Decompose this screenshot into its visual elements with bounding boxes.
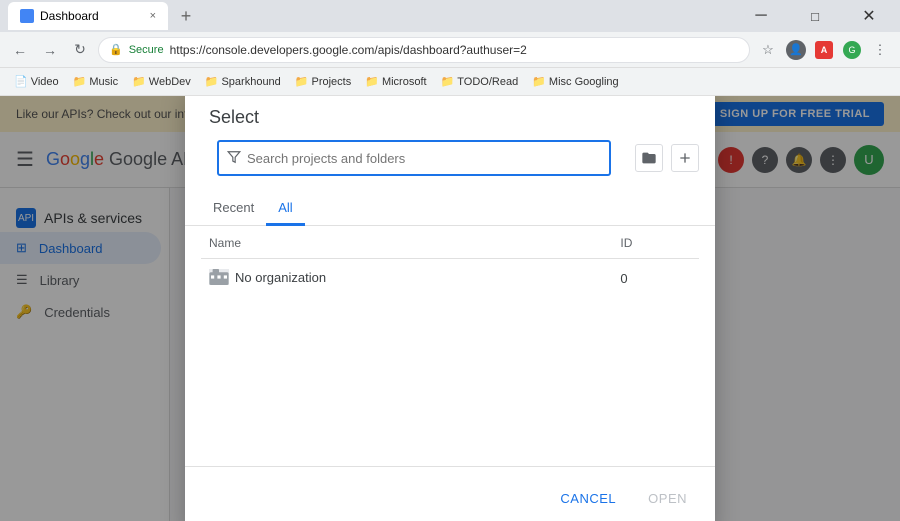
dialog-search-bar[interactable] <box>217 140 611 176</box>
new-tab-btn[interactable]: + <box>172 2 200 30</box>
folder-btn[interactable] <box>635 144 663 172</box>
table-row[interactable]: No organization 0 <box>201 259 699 299</box>
bookmark-webdev-icon: 📁 <box>132 75 146 88</box>
window-controls: ─ □ ✕ <box>738 3 892 29</box>
close-btn[interactable]: ✕ <box>846 3 892 29</box>
search-filter-icon <box>227 150 241 167</box>
bookmark-webdev[interactable]: 📁 WebDev <box>126 73 197 90</box>
dialog-overlay: Select <box>0 96 900 521</box>
org-name-cell: No organization <box>201 259 612 299</box>
browser-titlebar: Dashboard × + ─ □ ✕ <box>0 0 900 32</box>
dialog-table-wrap: Name ID <box>185 226 715 426</box>
cancel-button[interactable]: CANCEL <box>548 483 628 514</box>
bookmark-projects[interactable]: 📁 Projects <box>289 73 357 90</box>
bookmark-music[interactable]: 📁 Music <box>67 73 124 90</box>
minimize-btn[interactable]: ─ <box>738 3 784 29</box>
address-url: https://console.developers.google.com/ap… <box>170 43 739 57</box>
forward-btn[interactable]: → <box>38 38 62 62</box>
secure-icon: 🔒 <box>109 43 123 56</box>
account-btn[interactable]: 👤 <box>784 38 808 62</box>
select-dialog: Select <box>185 96 715 521</box>
bookmark-misc-icon: 📁 <box>532 75 546 88</box>
extension-btn2[interactable]: G <box>840 38 864 62</box>
dialog-table: Name ID <box>201 226 699 298</box>
bookmark-star-btn[interactable]: ☆ <box>756 38 780 62</box>
bookmark-todo[interactable]: 📁 TODO/Read <box>435 73 525 90</box>
reload-btn[interactable]: ↻ <box>68 38 92 62</box>
bookmark-projects-icon: 📁 <box>295 75 309 88</box>
col-id: ID <box>612 226 699 259</box>
address-bar[interactable]: 🔒 Secure https://console.developers.goog… <box>98 37 750 63</box>
back-btn[interactable]: ← <box>8 38 32 62</box>
search-input[interactable] <box>247 151 601 166</box>
bookmark-video-icon: 📄 <box>14 75 28 88</box>
bookmark-video[interactable]: 📄 Video <box>8 73 65 90</box>
maximize-btn[interactable]: □ <box>792 3 838 29</box>
tab-recent[interactable]: Recent <box>201 192 266 226</box>
dialog-title: Select <box>185 96 715 140</box>
bookmark-music-icon: 📁 <box>73 75 87 88</box>
browser-toolbar: ← → ↻ 🔒 Secure https://console.developer… <box>0 32 900 68</box>
org-id-cell: 0 <box>612 259 699 299</box>
tab-close-btn[interactable]: × <box>150 10 156 22</box>
bookmark-misc[interactable]: 📁 Misc Googling <box>526 73 624 90</box>
bookmarks-bar: 📄 Video 📁 Music 📁 WebDev 📁 Sparkhound 📁 … <box>0 68 900 96</box>
extension-btn1[interactable]: A <box>812 38 836 62</box>
bookmark-todo-icon: 📁 <box>441 75 455 88</box>
dialog-footer: CANCEL OPEN <box>185 466 715 521</box>
toolbar-icons: ☆ 👤 A G ⋮ <box>756 38 892 62</box>
org-icon <box>209 269 229 285</box>
add-btn[interactable] <box>671 144 699 172</box>
page-area: Like our APIs? Check out our inf... MISS… <box>0 96 900 521</box>
col-name: Name <box>201 226 612 259</box>
tab-all[interactable]: All <box>266 192 304 226</box>
tab-title: Dashboard <box>40 9 99 23</box>
bookmark-microsoft[interactable]: 📁 Microsoft <box>359 73 432 90</box>
secure-label: Secure <box>129 44 164 56</box>
bookmark-microsoft-icon: 📁 <box>365 75 379 88</box>
browser-tab[interactable]: Dashboard × <box>8 2 168 30</box>
bookmark-sparkhound[interactable]: 📁 Sparkhound <box>199 73 287 90</box>
menu-btn[interactable]: ⋮ <box>868 38 892 62</box>
dialog-tabs: Recent All <box>185 184 715 226</box>
bookmark-sparkhound-icon: 📁 <box>205 75 219 88</box>
org-name: No organization <box>235 270 326 285</box>
tab-favicon <box>20 9 34 23</box>
open-button[interactable]: OPEN <box>636 483 699 514</box>
